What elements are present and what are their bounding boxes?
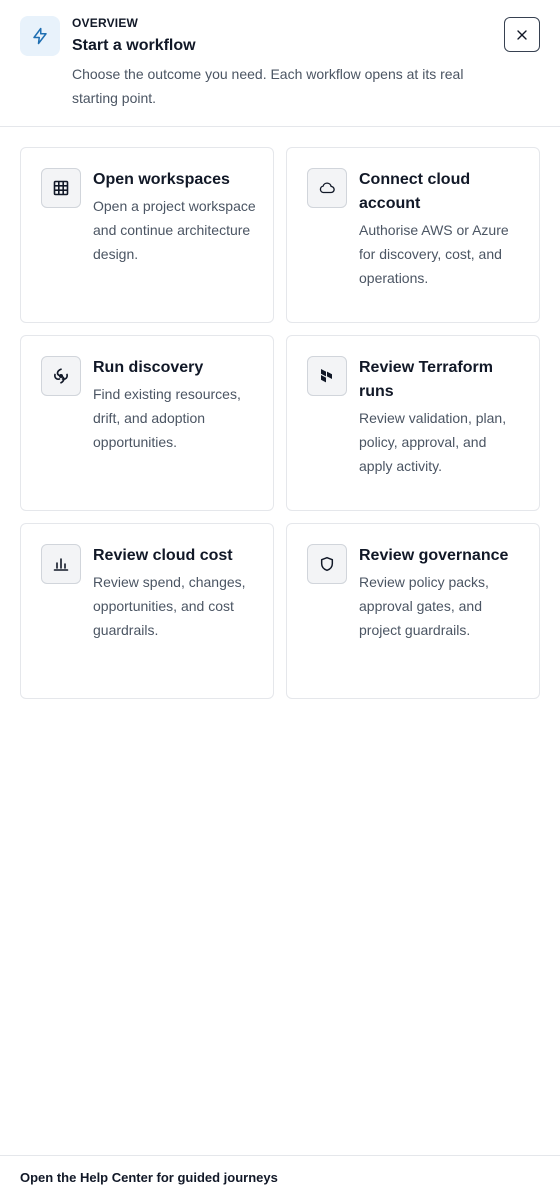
workflow-panel: OVERVIEW Start a workflow Choose the out… [0, 0, 560, 1200]
close-button[interactable] [504, 17, 540, 52]
card-title: Review cloud cost [93, 547, 233, 564]
help-center-link[interactable]: Open the Help Center for guided journeys [20, 1170, 278, 1186]
card-title: Review Terraform runs [359, 359, 493, 400]
workflow-grid: Open workspaces Open a project workspace… [20, 147, 540, 699]
card-title: Open workspaces [93, 171, 230, 188]
workflow-card-open-workspaces[interactable]: Open workspaces Open a project workspace… [20, 147, 274, 323]
card-description: Review validation, plan, policy, approva… [359, 410, 507, 474]
workflow-card-review-governance[interactable]: Review governance Review policy packs, a… [286, 523, 540, 699]
page-title: Start a workflow [72, 37, 196, 54]
workflow-card-review-terraform-runs[interactable]: Review Terraform runs Review validation,… [286, 335, 540, 511]
card-description: Review policy packs, approval gates, and… [359, 574, 489, 638]
lightning-bolt-icon [20, 16, 60, 56]
card-title: Connect cloud account [359, 171, 471, 212]
bar-chart-icon [41, 544, 81, 584]
discovery-icon [41, 356, 81, 396]
panel-footer: Open the Help Center for guided journeys [0, 1155, 560, 1200]
card-description: Open a project workspace and continue ar… [93, 198, 256, 262]
grid-icon [41, 168, 81, 208]
page-subtitle: Choose the outcome you need. Each workfl… [72, 66, 464, 106]
card-title: Run discovery [93, 359, 204, 376]
terraform-icon [307, 356, 347, 396]
shield-icon [307, 544, 347, 584]
close-icon [516, 29, 528, 41]
cloud-icon [307, 168, 347, 208]
panel-header: OVERVIEW Start a workflow Choose the out… [0, 0, 560, 127]
eyebrow-label: OVERVIEW [72, 16, 139, 30]
card-title: Review governance [359, 547, 509, 564]
card-description: Review spend, changes, opportunities, an… [93, 574, 246, 638]
card-description: Authorise AWS or Azure for discovery, co… [359, 222, 509, 286]
workflow-card-connect-cloud-account[interactable]: Connect cloud account Authorise AWS or A… [286, 147, 540, 323]
workflow-card-run-discovery[interactable]: Run discovery Find existing resources, d… [20, 335, 274, 511]
workflow-card-review-cloud-cost[interactable]: Review cloud cost Review spend, changes,… [20, 523, 274, 699]
card-description: Find existing resources, drift, and adop… [93, 386, 241, 450]
